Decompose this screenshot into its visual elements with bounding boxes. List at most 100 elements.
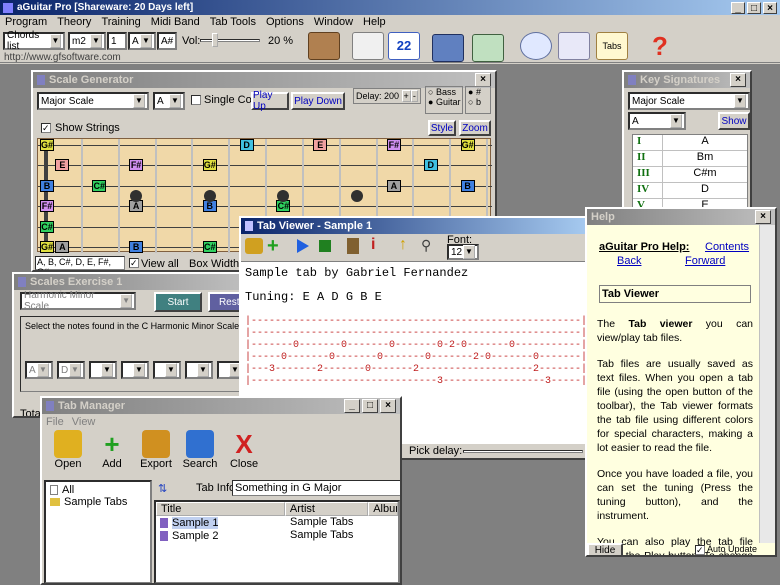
menu-item[interactable]: File xyxy=(46,416,64,428)
play-icon[interactable] xyxy=(297,239,309,253)
close-icon[interactable]: × xyxy=(763,1,777,14)
note-select-1[interactable]: A ▼ xyxy=(25,361,53,379)
key-scale-select[interactable]: Major Scale ▼ xyxy=(628,92,750,110)
tm-search-button[interactable]: Search xyxy=(178,430,222,470)
play-up-button[interactable]: Play Up xyxy=(251,90,289,112)
fret-note[interactable]: B xyxy=(460,179,475,192)
fret-note[interactable]: A xyxy=(386,179,401,192)
start-button[interactable]: Start xyxy=(154,292,202,312)
single-color-checkbox[interactable] xyxy=(191,95,201,105)
chord-key-select[interactable]: A ▼ xyxy=(128,32,156,50)
menu-item[interactable]: Program xyxy=(0,16,52,28)
show-button[interactable]: Show xyxy=(718,112,750,130)
font-size-select[interactable]: 12 ▼ xyxy=(447,244,479,260)
close-icon[interactable]: × xyxy=(475,73,491,87)
fret-note[interactable]: D xyxy=(423,159,438,172)
fret-note[interactable]: A xyxy=(55,241,70,253)
key-row[interactable]: IV D xyxy=(633,183,747,199)
help-forward-link[interactable]: Forward xyxy=(685,255,725,267)
stop-icon[interactable] xyxy=(319,240,331,252)
note-select-2[interactable]: D ▼ xyxy=(57,361,85,379)
book-icon[interactable] xyxy=(308,32,340,60)
sharp-radio[interactable]: ● # xyxy=(468,87,490,97)
chord-type-select[interactable]: m2 ▼ xyxy=(68,32,106,50)
fret-note[interactable]: F# xyxy=(386,139,401,151)
menu-item[interactable]: Help xyxy=(358,16,391,28)
menu-item[interactable]: Options xyxy=(261,16,309,28)
tab-info-field[interactable]: Something in G Major xyxy=(232,480,400,496)
delay-up-button[interactable]: + xyxy=(401,90,411,102)
fret-note[interactable]: B xyxy=(129,241,144,253)
help-contents-link[interactable]: Contents xyxy=(705,241,749,253)
volume-slider-thumb[interactable] xyxy=(212,33,218,47)
style-button[interactable]: Style xyxy=(428,120,456,136)
open-tab-icon[interactable] xyxy=(245,238,263,254)
help-scrollbar[interactable] xyxy=(759,225,775,543)
fret-note[interactable]: B xyxy=(40,179,54,192)
close-icon[interactable]: × xyxy=(380,399,396,413)
minimize-icon[interactable]: _ xyxy=(344,399,360,413)
table-row[interactable]: Sample 1 Sample Tabs xyxy=(156,516,398,529)
key-select[interactable]: A ▼ xyxy=(628,112,686,130)
note-select-6[interactable]: ▼ xyxy=(185,361,213,379)
pointer-icon[interactable]: ↑ xyxy=(399,236,407,254)
fret-note[interactable]: G# xyxy=(202,159,217,172)
key-row[interactable]: II Bm xyxy=(633,151,747,167)
magnifier-icon[interactable] xyxy=(520,32,552,60)
tuning-icon[interactable] xyxy=(347,238,359,254)
zoom-button[interactable]: Zoom xyxy=(459,120,491,136)
instrument-icon[interactable]: i xyxy=(371,236,375,254)
calendar-icon[interactable]: 22 xyxy=(388,32,420,60)
checklist-icon[interactable] xyxy=(352,32,384,60)
tabs-icon[interactable]: Tabs xyxy=(596,32,628,60)
fret-note[interactable]: F# xyxy=(129,159,144,172)
volume-slider[interactable] xyxy=(200,39,260,42)
tm-close-button[interactable]: X Close xyxy=(222,430,266,470)
fret-note[interactable]: G# xyxy=(40,139,54,151)
delay-down-button[interactable]: - xyxy=(410,90,418,102)
fret-note[interactable]: E xyxy=(313,139,328,151)
fret-note[interactable]: G# xyxy=(40,241,54,253)
key-row[interactable]: III C#m xyxy=(633,167,747,183)
menu-item[interactable]: Theory xyxy=(52,16,96,28)
show-strings-checkbox[interactable]: ✓ xyxy=(41,123,51,133)
maximize-icon[interactable]: □ xyxy=(362,399,378,413)
flat-radio[interactable]: ○ b xyxy=(468,97,490,107)
pencil-icon[interactable] xyxy=(558,32,590,60)
close-icon[interactable]: × xyxy=(755,210,771,224)
view-icon[interactable]: ⇅ xyxy=(158,482,167,495)
fret-note[interactable]: C# xyxy=(202,241,217,253)
menu-item[interactable]: View xyxy=(72,416,96,428)
search-icon[interactable]: ⚲ xyxy=(421,237,431,254)
play-down-button[interactable]: Play Down xyxy=(291,92,345,110)
fret-note[interactable]: F# xyxy=(40,200,54,213)
maximize-icon[interactable]: □ xyxy=(747,1,761,14)
menu-item[interactable]: Training xyxy=(96,16,145,28)
fret-note[interactable]: G# xyxy=(460,139,475,151)
keyboard-icon[interactable] xyxy=(432,34,464,62)
column-header[interactable]: Title xyxy=(156,502,285,516)
scale-key-select[interactable]: A ▼ xyxy=(153,92,185,110)
chord-sharp-field[interactable]: A# xyxy=(157,32,177,50)
minimize-icon[interactable]: _ xyxy=(731,1,745,14)
help-back-link[interactable]: Back xyxy=(617,255,641,267)
note-select-5[interactable]: ▼ xyxy=(153,361,181,379)
tree-item-sample-tabs[interactable]: Sample Tabs xyxy=(50,496,146,508)
note-select-3[interactable]: ▼ xyxy=(89,361,117,379)
menu-item[interactable]: Window xyxy=(309,16,358,28)
chord-num-field[interactable]: 1 xyxy=(107,32,127,50)
tm-add-button[interactable]: + Add xyxy=(90,430,134,470)
auto-update-checkbox[interactable]: ✓ xyxy=(695,545,705,555)
column-header[interactable]: Album xyxy=(368,502,398,516)
add-icon[interactable]: + xyxy=(267,235,279,258)
column-header[interactable]: Artist xyxy=(284,502,369,516)
tm-open-button[interactable]: Open xyxy=(46,430,90,470)
note-select-4[interactable]: ▼ xyxy=(121,361,149,379)
fret-note[interactable]: D xyxy=(239,139,254,151)
table-row[interactable]: Sample 2 Sample Tabs xyxy=(156,529,398,542)
guitar-radio[interactable]: ● Guitar xyxy=(428,97,462,107)
close-icon[interactable]: × xyxy=(730,73,746,87)
key-row[interactable]: IA xyxy=(633,135,747,151)
bass-radio[interactable]: ○ Bass xyxy=(428,87,462,97)
fret-note[interactable]: E xyxy=(55,159,70,172)
